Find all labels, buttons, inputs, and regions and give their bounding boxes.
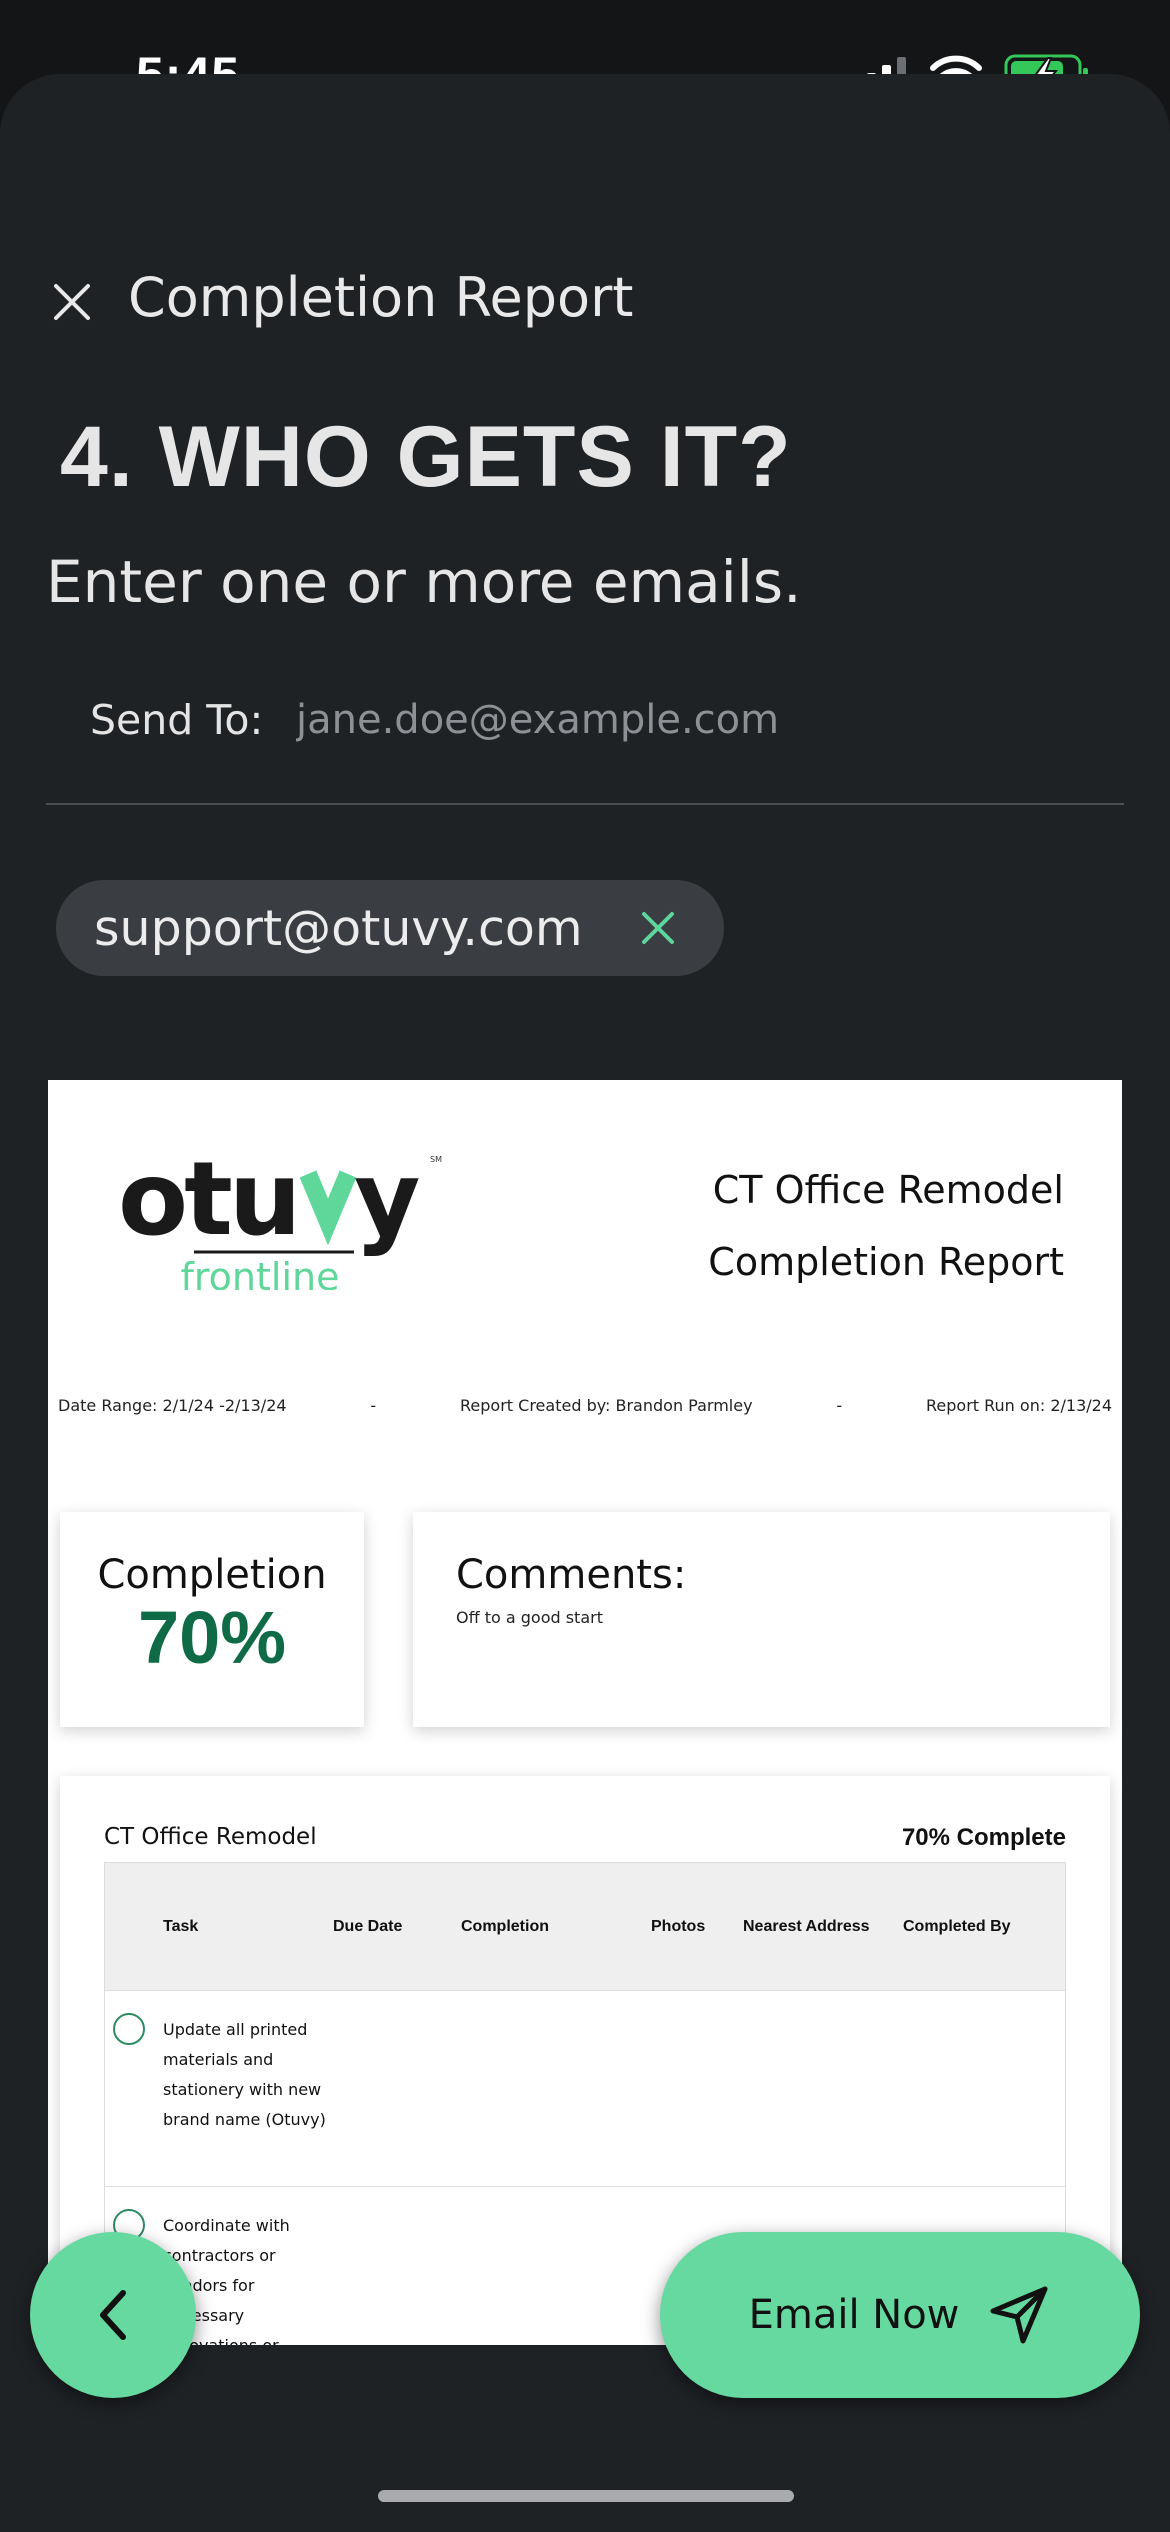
recipient-chip: support@otuvy.com <box>56 880 724 976</box>
svg-text:frontline: frontline <box>181 1255 340 1290</box>
input-divider <box>46 803 1124 805</box>
report-preview: otu y frontline SM CT Office Remodel Com… <box>48 1080 1122 2345</box>
svg-text:SM: SM <box>430 1155 442 1164</box>
remove-recipient-icon[interactable] <box>638 908 678 948</box>
email-now-label: Email Now <box>748 2292 960 2338</box>
completion-card: Completion 70% <box>60 1512 364 1727</box>
column-header: Photos <box>651 1917 706 1935</box>
report-title: CT Office Remodel Completion Report <box>708 1154 1064 1298</box>
comments-card: Comments: Off to a good start <box>413 1512 1110 1727</box>
table-row: Update all printed materials and station… <box>105 1991 1065 2187</box>
date-range: Date Range: 2/1/24 -2/13/24 <box>58 1396 287 1415</box>
chevron-left-icon <box>100 2290 126 2340</box>
column-header: Task <box>163 1917 199 1935</box>
tasks-project-name: CT Office Remodel <box>104 1824 317 1850</box>
task-cell: Update all printed materials and station… <box>105 1991 333 2186</box>
email-now-button[interactable]: Email Now <box>660 2232 1140 2398</box>
meta-separator: - <box>370 1396 377 1415</box>
send-icon <box>990 2286 1048 2344</box>
page-title: Completion Report <box>128 266 634 329</box>
back-button[interactable] <box>30 2232 196 2398</box>
completion-label: Completion <box>97 1552 327 1598</box>
send-to-label: Send To: <box>90 696 264 744</box>
recipient-email: support@otuvy.com <box>94 899 583 957</box>
column-header: Completed By <box>903 1917 1011 1935</box>
column-header: Nearest Address <box>743 1917 870 1935</box>
otuvy-frontline-logo: otu y frontline SM <box>118 1140 442 1290</box>
svg-text:otu: otu <box>118 1140 297 1259</box>
tasks-percent-complete: 70% Complete <box>901 1824 1066 1851</box>
home-indicator[interactable] <box>378 2490 794 2502</box>
task-name: Update all printed materials and station… <box>163 2020 326 2129</box>
report-title-line1: CT Office Remodel <box>712 1168 1064 1212</box>
table-header: Task Due Date Completion Photos Nearest … <box>105 1863 1065 1991</box>
svg-text:y: y <box>354 1140 421 1259</box>
task-status-icon <box>113 2013 145 2045</box>
meta-separator: - <box>836 1396 843 1415</box>
report-meta-row: Date Range: 2/1/24 -2/13/24 - Report Cre… <box>58 1396 1112 1415</box>
step-heading: 4. WHO GETS IT? <box>60 409 792 505</box>
run-on: Report Run on: 2/13/24 <box>926 1396 1112 1415</box>
step-instruction: Enter one or more emails. <box>46 548 802 616</box>
column-header: Completion <box>461 1917 549 1935</box>
report-title-line2: Completion Report <box>708 1240 1064 1284</box>
created-by: Report Created by: Brandon Parmley <box>460 1396 753 1415</box>
column-header: Due Date <box>333 1917 403 1935</box>
email-input[interactable] <box>296 688 1076 752</box>
comments-text: Off to a good start <box>456 1608 603 1627</box>
comments-label: Comments: <box>456 1552 687 1598</box>
completion-value: 70% <box>137 1596 287 1679</box>
close-icon[interactable] <box>50 280 94 324</box>
